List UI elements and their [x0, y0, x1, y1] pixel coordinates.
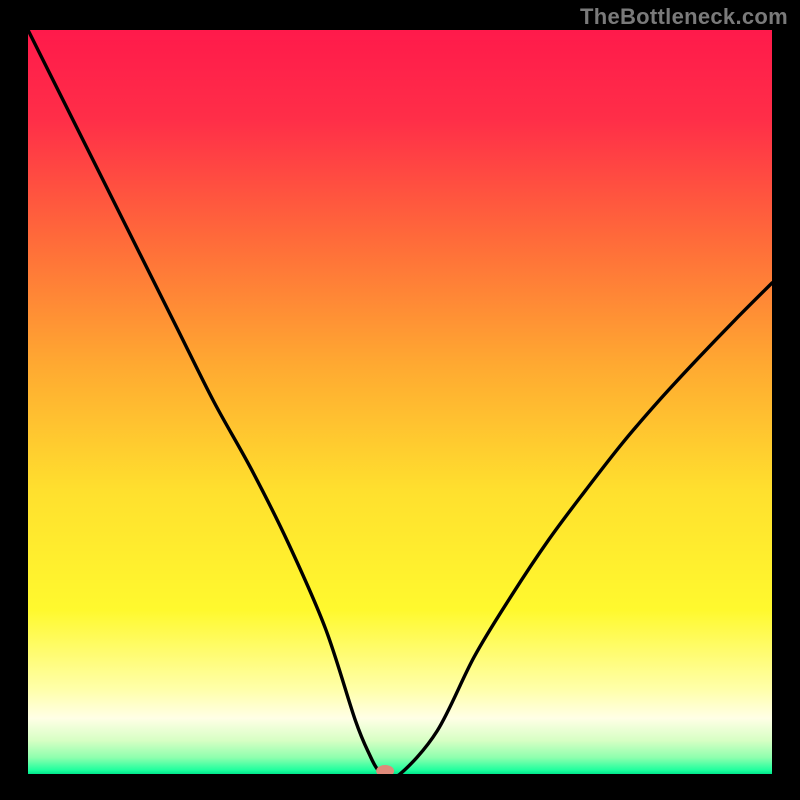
gradient-background [28, 30, 772, 774]
plot-area [28, 30, 772, 774]
chart-frame: TheBottleneck.com [0, 0, 800, 800]
chart-svg [28, 30, 772, 774]
attribution-label: TheBottleneck.com [580, 4, 788, 30]
